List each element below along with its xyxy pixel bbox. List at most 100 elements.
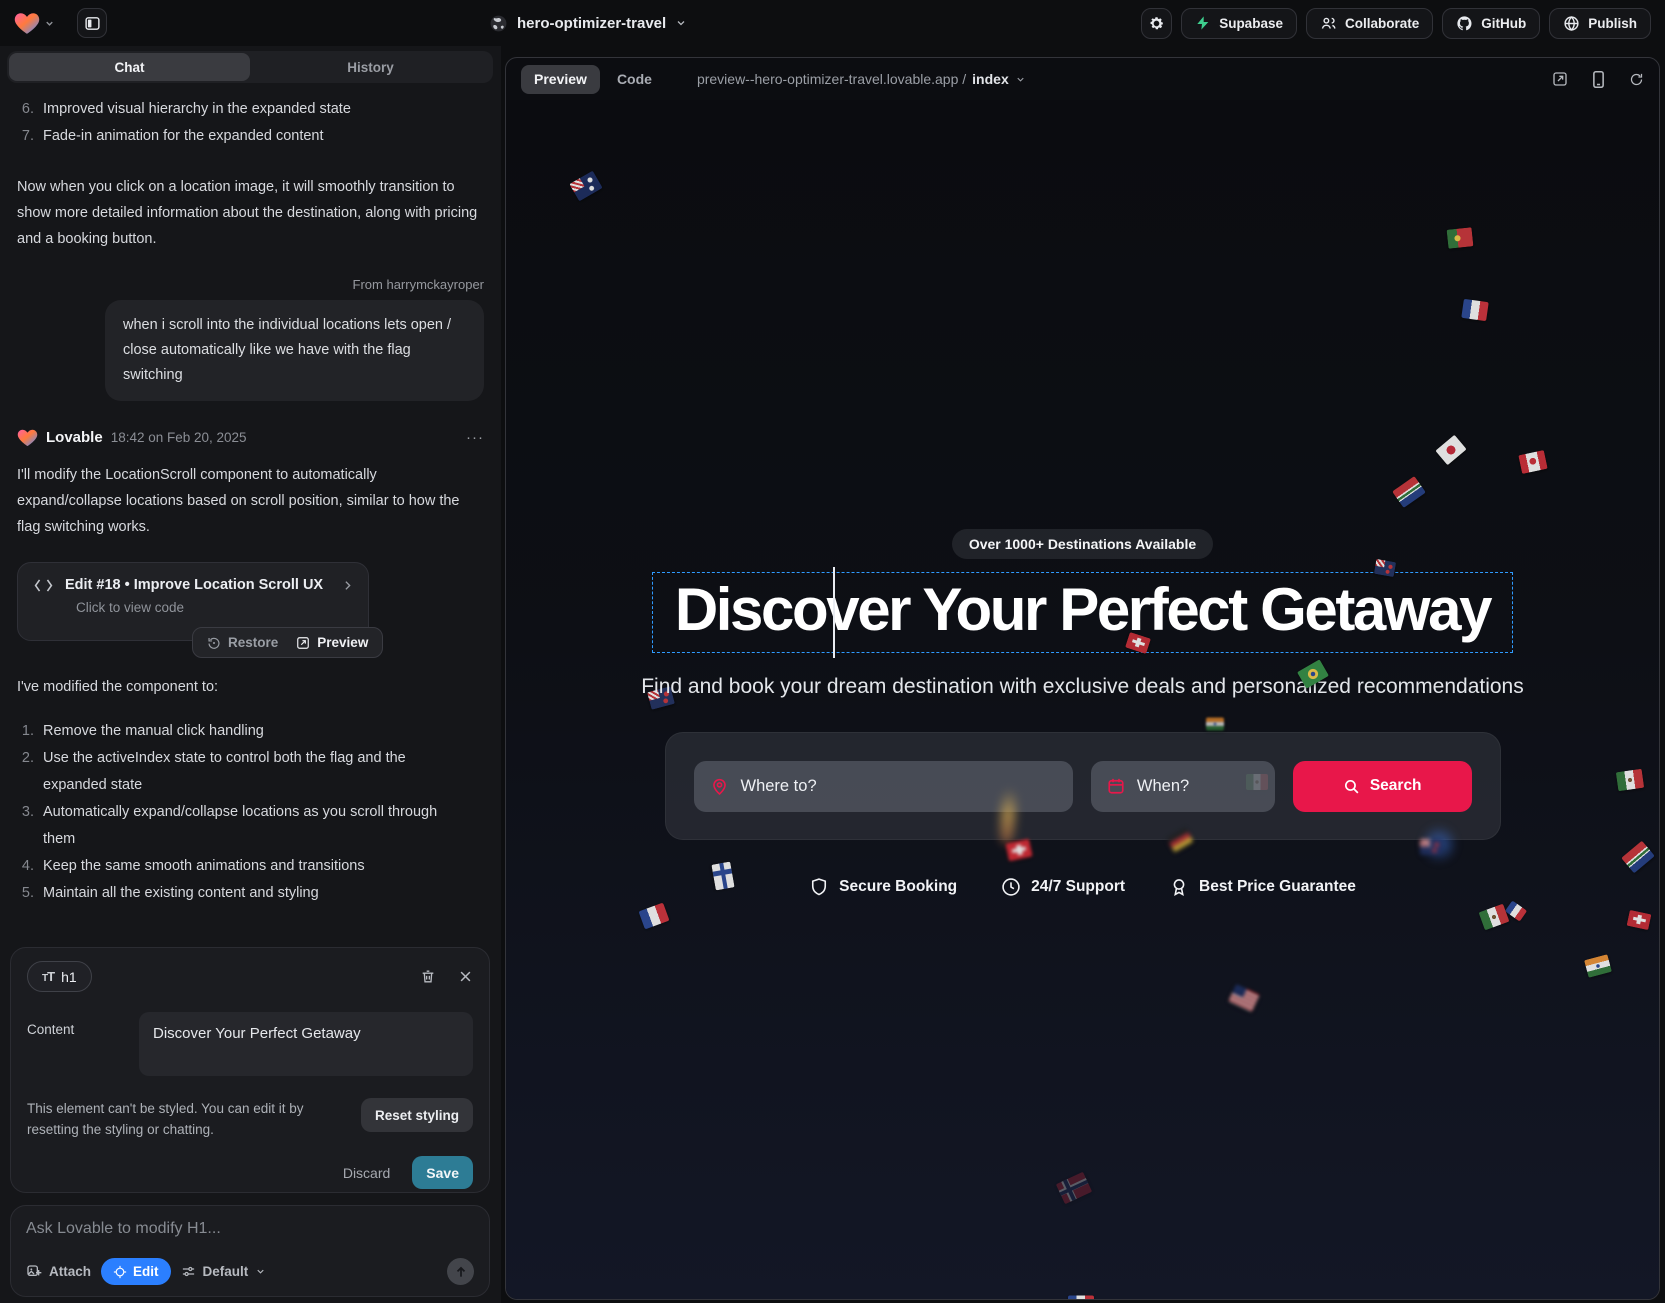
text-caret [833, 567, 835, 658]
style-note: This element can't be styled. You can ed… [27, 1098, 335, 1140]
tab-history[interactable]: History [250, 53, 491, 81]
hero-subheading: Find and book your dream destination wit… [641, 675, 1524, 699]
tab-chat[interactable]: Chat [9, 53, 250, 81]
publish-label: Publish [1588, 16, 1637, 31]
sidebar-tabs: Chat History [7, 51, 493, 83]
tab-code[interactable]: Code [604, 65, 665, 94]
element-tag: h1 [61, 969, 77, 985]
url-base: preview--hero-optimizer-travel.lovable.a… [697, 71, 966, 87]
send-button[interactable] [447, 1258, 474, 1285]
arrow-up-icon [454, 1265, 468, 1279]
supabase-bolt-icon [1195, 15, 1211, 31]
feature-best-price: Best Price Guarantee [1169, 877, 1356, 897]
restore-button[interactable]: Restore [207, 635, 278, 650]
attach-image-icon [26, 1264, 42, 1280]
edit-label: Edit [133, 1264, 159, 1279]
project-selector[interactable]: hero-optimizer-travel [489, 14, 687, 33]
when-placeholder: When? [1137, 777, 1189, 796]
assistant-paragraph: I'll modify the LocationScroll component… [17, 462, 484, 540]
composer-input[interactable]: Ask Lovable to modify H1... [26, 1220, 474, 1238]
content-textarea[interactable]: Discover Your Perfect Getaway [139, 1012, 473, 1076]
globe-project-icon [489, 14, 508, 33]
collaborate-button[interactable]: Collaborate [1306, 8, 1433, 39]
clock-icon [1001, 877, 1021, 897]
chevron-right-icon [341, 579, 354, 592]
lovable-app-window: hero-optimizer-travel Supabase [0, 0, 1665, 1303]
feature-support: 24/7 Support [1001, 877, 1125, 897]
save-button[interactable]: Save [412, 1156, 473, 1189]
chat-scroll-area[interactable]: 6.Improved visual hierarchy in the expan… [0, 83, 501, 947]
mobile-view-icon[interactable] [1592, 71, 1605, 88]
sidebar-toggle-button[interactable] [77, 8, 107, 38]
user-message-bubble: when i scroll into the individual locati… [105, 300, 484, 401]
feature-secure-booking: Secure Booking [809, 877, 957, 897]
trash-icon[interactable] [420, 968, 436, 985]
edit-card-title: Edit #18 • Improve Location Scroll UX [65, 577, 329, 593]
code-icon [34, 578, 53, 593]
list-item: 3.Automatically expand/collapse location… [17, 799, 484, 853]
version-actions: Restore Preview [192, 627, 383, 658]
search-label: Search [1370, 777, 1422, 795]
features-row: Secure Booking 24/7 Support Best Price G… [809, 877, 1356, 897]
url-page: index [972, 71, 1009, 87]
github-label: GitHub [1481, 16, 1526, 31]
where-placeholder: Where to? [741, 777, 817, 796]
restore-label: Restore [228, 635, 278, 650]
panel-toggle-icon [84, 15, 101, 32]
h1-selection-outline[interactable]: Discover Your Perfect Getaway [652, 572, 1513, 653]
default-label: Default [203, 1264, 249, 1279]
edit-mode-button[interactable]: Edit [101, 1258, 171, 1285]
content-label: Content [27, 1012, 139, 1076]
preview-toolbar: Preview Code preview--hero-optimizer-tra… [506, 58, 1659, 100]
shield-icon [809, 877, 829, 897]
attach-label: Attach [49, 1264, 91, 1279]
search-button[interactable]: Search [1293, 761, 1472, 812]
close-icon[interactable] [458, 969, 473, 984]
chevron-down-icon [675, 17, 687, 29]
element-tag-pill[interactable]: TT h1 [27, 961, 92, 992]
github-button[interactable]: GitHub [1442, 8, 1540, 39]
refresh-icon[interactable] [1629, 72, 1644, 87]
search-icon [1343, 778, 1360, 795]
discard-button[interactable]: Discard [343, 1165, 390, 1181]
assistant-name: Lovable [46, 429, 103, 446]
hero-heading[interactable]: Discover Your Perfect Getaway [675, 575, 1490, 644]
preview-url[interactable]: preview--hero-optimizer-travel.lovable.a… [697, 71, 1026, 87]
preview-version-button[interactable]: Preview [296, 635, 368, 650]
text-size-icon: TT [42, 969, 54, 984]
lovable-logo-menu[interactable] [14, 11, 55, 35]
lovable-heart-logo-icon [14, 11, 40, 35]
more-menu-icon[interactable]: ··· [466, 429, 484, 446]
publish-globe-icon [1563, 15, 1580, 32]
edit-version-card[interactable]: Edit #18 • Improve Location Scroll UX Cl… [17, 562, 369, 641]
edit-card-subtitle: Click to view code [76, 600, 354, 615]
assistant-list-bottom: 1.Remove the manual click handling2.Use … [17, 718, 484, 907]
chat-sidebar: Chat History 6.Improved visual hierarchy… [0, 46, 501, 1303]
open-external-icon[interactable] [1552, 71, 1568, 87]
attach-button[interactable]: Attach [26, 1264, 91, 1280]
search-card: Where to? When? Search [665, 732, 1501, 840]
sliders-icon [181, 1264, 196, 1279]
people-icon [1320, 15, 1337, 32]
calendar-icon [1107, 777, 1125, 795]
settings-button[interactable] [1141, 8, 1172, 39]
where-to-input[interactable]: Where to? [694, 761, 1073, 812]
target-icon [113, 1265, 127, 1279]
assistant-paragraph: I've modified the component to: [17, 674, 484, 700]
chevron-down-icon [44, 18, 55, 29]
feature-label: Secure Booking [839, 878, 957, 896]
github-icon [1456, 15, 1473, 32]
list-item: 7.Fade-in animation for the expanded con… [17, 123, 484, 150]
list-item: 4.Keep the same smooth animations and tr… [17, 853, 484, 880]
chat-composer: Ask Lovable to modify H1... Attach Edit [10, 1205, 490, 1297]
model-default-button[interactable]: Default [181, 1264, 267, 1279]
reset-styling-button[interactable]: Reset styling [361, 1098, 473, 1132]
publish-button[interactable]: Publish [1549, 8, 1651, 39]
assistant-message-header: Lovable 18:42 on Feb 20, 2025 ··· [17, 428, 484, 447]
list-item: 6.Improved visual hierarchy in the expan… [17, 96, 484, 123]
collaborate-label: Collaborate [1345, 16, 1419, 31]
supabase-button[interactable]: Supabase [1181, 8, 1297, 39]
lovable-heart-icon [17, 428, 38, 447]
tab-preview[interactable]: Preview [521, 65, 600, 94]
when-input[interactable]: When? [1091, 761, 1275, 812]
